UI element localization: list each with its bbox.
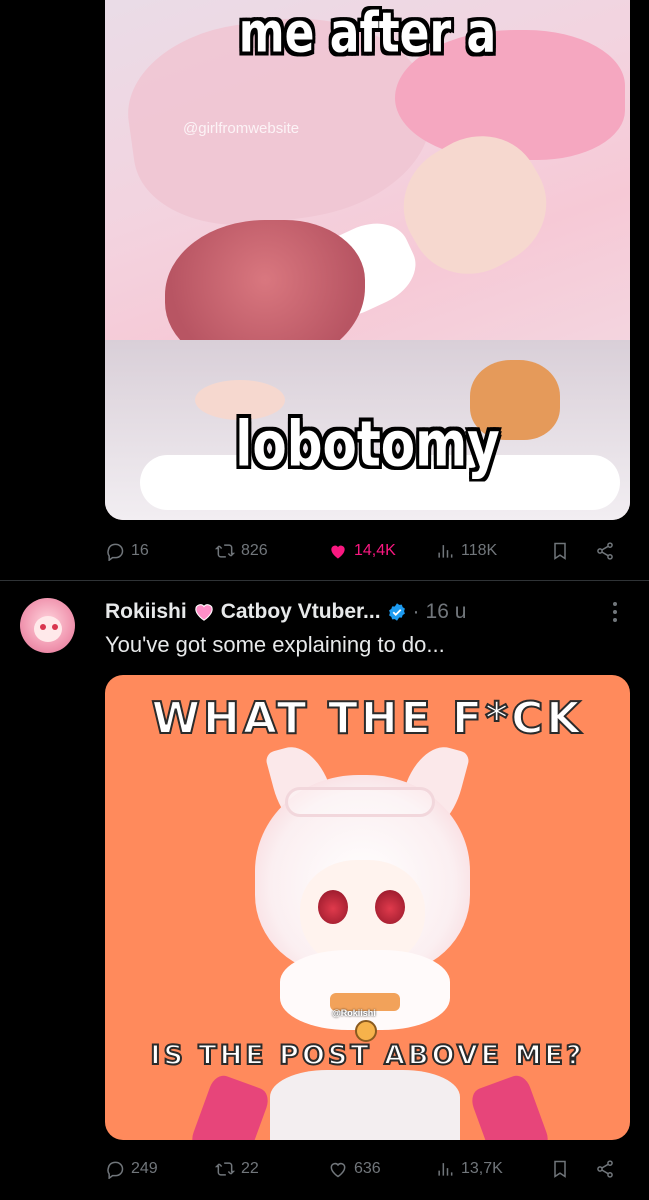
collar-tag: @Rokiishi [332,1008,376,1018]
share-icon [597,1160,613,1178]
like-count: 14,4K [354,542,396,559]
reply-button[interactable]: 16 [105,541,149,561]
image-detail [318,890,348,924]
author-name[interactable]: Rokiishi [105,600,187,624]
post2-header: Rokiishi Catboy Vtuber... · 16 u [105,600,466,624]
share-icon [597,542,613,560]
avatar-eye [40,624,46,630]
views-icon [438,545,453,558]
more-options-button[interactable] [605,600,625,624]
like-count: 636 [354,1160,381,1177]
bookmark-icon [554,1160,566,1178]
reply-count: 16 [131,542,149,559]
meme-text-top: WHAT THE F*CK [151,692,584,745]
share-button[interactable] [595,1159,615,1179]
reply-icon [107,1161,124,1179]
avatar-eye [52,624,58,630]
image-watermark: @girlfromwebsite [183,120,300,137]
image-detail [355,1020,377,1042]
repost-button[interactable]: 22 [215,1159,259,1179]
bookmark-icon [554,542,566,560]
repost-icon [215,544,235,558]
post2-action-bar: 249 22 636 13,7K [105,1157,625,1181]
image-detail [280,950,450,1030]
repost-button[interactable]: 826 [215,541,268,561]
like-button[interactable]: 636 [328,1159,381,1179]
views-count: 118K [461,542,498,559]
reply-icon [107,543,124,561]
image-detail [468,1072,552,1140]
avatar[interactable] [20,598,75,653]
repost-icon [215,1162,235,1176]
share-button[interactable] [595,541,615,561]
verified-badge-icon [387,602,407,622]
post2-image[interactable]: @Rokiishi WHAT THE F*CK IS THE POST ABOV… [105,675,630,1140]
image-detail [285,787,435,817]
image-detail [188,1072,272,1140]
reply-button[interactable]: 249 [105,1159,158,1179]
like-icon [330,1162,346,1178]
post1-image[interactable]: @girlfromwebsite me after a lobotomy [105,0,630,520]
reply-count: 249 [131,1160,158,1177]
author-name-rest[interactable]: Catboy Vtuber... [221,600,381,624]
tweet-text: You've got some explaining to do... [105,632,445,657]
views-button[interactable]: 13,7K [435,1159,503,1179]
like-button[interactable]: 14,4K [328,541,396,561]
like-icon [331,545,345,559]
bookmark-button[interactable] [550,541,570,561]
views-button[interactable]: 118K [435,541,497,561]
repost-count: 22 [241,1160,259,1177]
repost-count: 826 [241,542,268,559]
views-count: 13,7K [461,1160,503,1177]
post-divider [0,580,649,581]
meme-text-bottom: IS THE POST ABOVE ME? [149,1039,585,1072]
meme-caption-bottom: lobotomy [235,407,500,481]
more-icon [613,602,617,622]
image-detail [270,1070,460,1140]
views-icon [438,1163,453,1176]
meme-caption-top: me after a [238,1,497,66]
image-detail [375,890,405,924]
separator-dot: · [412,600,420,623]
post1-action-bar: 16 826 14,4K 118K [105,539,625,563]
post-timestamp[interactable]: 16 u [426,600,467,624]
pink-heart-emoji [193,602,215,622]
bookmark-button[interactable] [550,1159,570,1179]
avatar-face [34,616,62,642]
